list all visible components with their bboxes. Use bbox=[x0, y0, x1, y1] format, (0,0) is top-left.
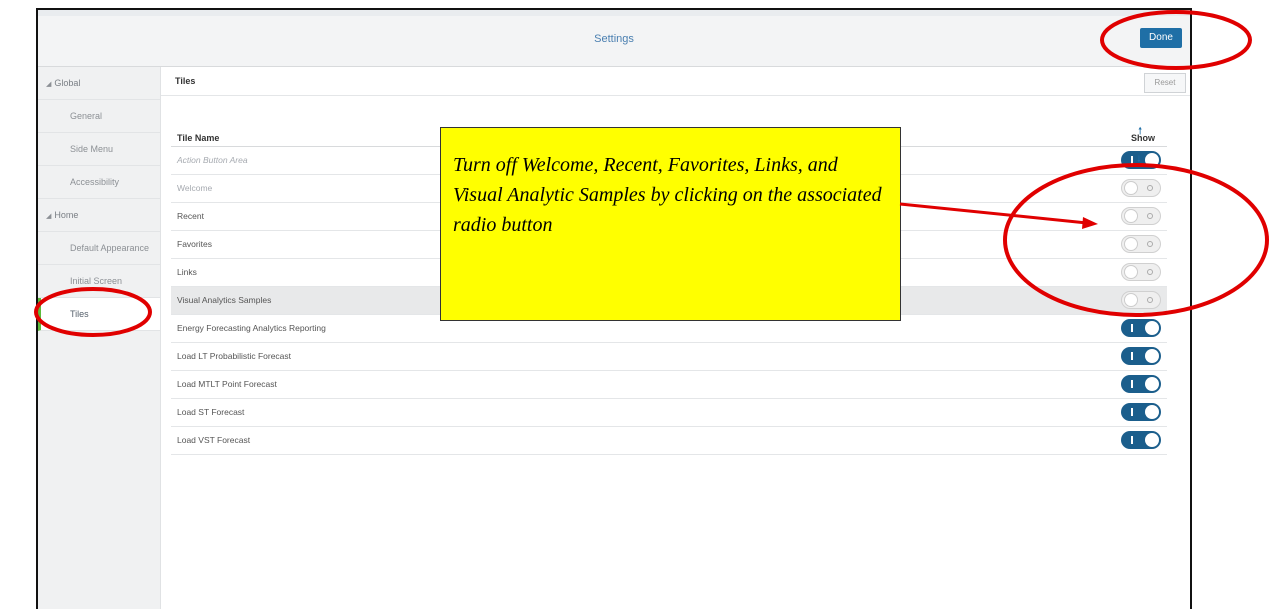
toggle-off-mark bbox=[1147, 297, 1153, 303]
toggle-on-mark bbox=[1131, 156, 1133, 164]
toggle-off-mark bbox=[1147, 269, 1153, 275]
toggle-on-mark bbox=[1131, 380, 1133, 388]
sidebar-item-label: Tiles bbox=[70, 309, 89, 319]
sidebar-item-label: Global bbox=[54, 78, 81, 88]
done-button[interactable]: Done bbox=[1140, 28, 1182, 48]
show-toggle[interactable] bbox=[1121, 431, 1161, 449]
toggle-knob bbox=[1145, 349, 1159, 363]
toggle-knob bbox=[1145, 153, 1159, 167]
show-toggle[interactable] bbox=[1121, 319, 1161, 337]
section-header: Tiles Reset bbox=[161, 67, 1190, 96]
toggle-on-mark bbox=[1131, 352, 1133, 360]
title-bar: Settings Done bbox=[38, 16, 1190, 67]
show-toggle[interactable] bbox=[1121, 263, 1161, 281]
tile-name: Welcome bbox=[177, 183, 213, 193]
window-title: Settings bbox=[594, 33, 634, 45]
column-header-tile-name: Tile Name bbox=[177, 133, 220, 143]
sidebar-item-general[interactable]: General bbox=[38, 100, 160, 133]
show-toggle[interactable] bbox=[1121, 179, 1161, 197]
toggle-off-mark bbox=[1147, 241, 1153, 247]
sidebar-item-initial-screen[interactable]: Initial Screen bbox=[38, 265, 160, 298]
toggle-on-mark bbox=[1131, 324, 1133, 332]
table-row: Load MTLT Point Forecast bbox=[171, 371, 1167, 399]
sidebar-item-label: Default Appearance bbox=[70, 243, 150, 253]
tile-name: Links bbox=[177, 267, 197, 277]
show-toggle[interactable] bbox=[1121, 235, 1161, 253]
toggle-knob bbox=[1145, 433, 1159, 447]
sidebar-item-side-menu[interactable]: Side Menu bbox=[38, 133, 160, 166]
toggle-knob bbox=[1124, 181, 1138, 195]
toggle-off-mark bbox=[1147, 213, 1153, 219]
toggle-knob bbox=[1124, 293, 1138, 307]
sidebar-group-global[interactable]: ◢ Global bbox=[38, 67, 160, 100]
sidebar-item-default-appearance[interactable]: Default Appearance bbox=[38, 232, 160, 265]
settings-sidebar: ◢ Global General Side Menu Accessibility … bbox=[38, 67, 161, 609]
table-row: Load VST Forecast bbox=[171, 427, 1167, 455]
toggle-knob bbox=[1145, 377, 1159, 391]
tile-name: Favorites bbox=[177, 239, 212, 249]
tile-name: Load MTLT Point Forecast bbox=[177, 379, 277, 389]
reset-button[interactable]: Reset bbox=[1144, 73, 1186, 93]
toggle-knob bbox=[1124, 237, 1138, 251]
sidebar-item-label: General bbox=[70, 111, 103, 121]
callout-text: Turn off Welcome, Recent, Favorites, Lin… bbox=[453, 154, 882, 236]
move-down-arrow-icon[interactable]: 🠗 bbox=[1137, 152, 1141, 168]
table-row: Load LT Probabilistic Forecast bbox=[171, 343, 1167, 371]
tile-name: Load ST Forecast bbox=[177, 407, 245, 417]
sidebar-group-home[interactable]: ◢ Home bbox=[38, 199, 160, 232]
section-title: Tiles bbox=[175, 76, 196, 86]
table-row: Load ST Forecast bbox=[171, 399, 1167, 427]
show-toggle[interactable] bbox=[1121, 403, 1161, 421]
toggle-off-mark bbox=[1147, 185, 1153, 191]
toggle-on-mark bbox=[1131, 408, 1133, 416]
tile-name: Visual Analytics Samples bbox=[177, 295, 272, 305]
sidebar-item-label: Accessibility bbox=[70, 177, 120, 187]
sidebar-item-label: Initial Screen bbox=[70, 276, 123, 286]
sidebar-item-tiles[interactable]: Tiles bbox=[38, 298, 160, 331]
toggle-on-mark bbox=[1131, 436, 1133, 444]
instruction-callout: Turn off Welcome, Recent, Favorites, Lin… bbox=[440, 127, 901, 321]
tile-name: Load LT Probabilistic Forecast bbox=[177, 351, 292, 361]
toggle-knob bbox=[1124, 209, 1138, 223]
column-header-show: Show bbox=[1131, 133, 1155, 143]
sidebar-item-label: Home bbox=[54, 210, 79, 220]
tile-name: Load VST Forecast bbox=[177, 435, 251, 445]
sidebar-item-accessibility[interactable]: Accessibility bbox=[38, 166, 160, 199]
toggle-knob bbox=[1124, 265, 1138, 279]
toggle-knob bbox=[1145, 405, 1159, 419]
tile-name: Recent bbox=[177, 211, 204, 221]
toggle-knob bbox=[1145, 321, 1159, 335]
tile-name: Energy Forecasting Analytics Reporting bbox=[177, 323, 326, 333]
collapse-triangle-icon: ◢ bbox=[46, 81, 52, 88]
tile-name: Action Button Area bbox=[177, 155, 248, 165]
show-toggle[interactable] bbox=[1121, 207, 1161, 225]
sidebar-item-label: Side Menu bbox=[70, 144, 114, 154]
show-toggle[interactable] bbox=[1121, 347, 1161, 365]
show-toggle[interactable] bbox=[1121, 375, 1161, 393]
move-up-arrow-icon[interactable]: 🠕 bbox=[1138, 124, 1142, 141]
show-toggle[interactable] bbox=[1121, 291, 1161, 309]
collapse-triangle-icon: ◢ bbox=[46, 213, 52, 220]
show-toggle[interactable] bbox=[1121, 151, 1161, 169]
